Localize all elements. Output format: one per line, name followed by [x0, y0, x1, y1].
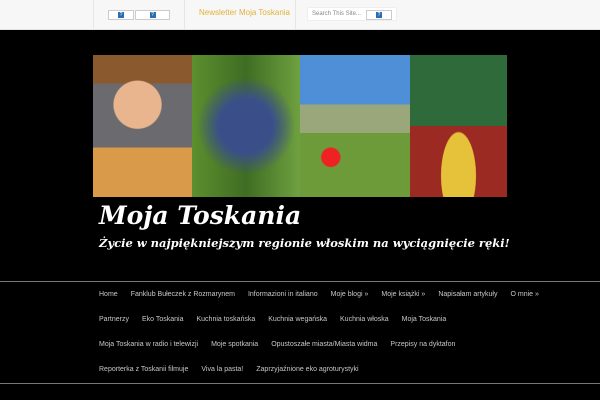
missing-image-icon: ?: [118, 12, 124, 18]
social-button-2[interactable]: ?: [135, 10, 170, 20]
social-button-1[interactable]: ?: [108, 10, 134, 20]
photo-grapes: [192, 55, 300, 197]
menu-item[interactable]: Moja Toskania: [402, 316, 447, 323]
divider: [295, 0, 296, 30]
newsletter-link[interactable]: Newsletter Moja Toskania: [199, 8, 290, 17]
menu-item[interactable]: O mnie »: [510, 291, 538, 298]
photo-poppy-landscape: [300, 55, 410, 197]
header-banner[interactable]: [93, 55, 507, 197]
menu-item[interactable]: Opustoszałe miasta/Miasta widma: [271, 341, 377, 348]
divider: [0, 281, 600, 282]
menu-item[interactable]: Informazioni in italiano: [248, 291, 318, 298]
menu-item[interactable]: Partnerzy: [99, 316, 129, 323]
menu-row: Partnerzy Eko Toskania Kuchnia toskańska…: [99, 316, 459, 323]
menu-item[interactable]: Moje książki »: [381, 291, 425, 298]
menu-item[interactable]: Fanklub Bułeczek z Rozmarynem: [131, 291, 235, 298]
search-button[interactable]: ?: [366, 10, 392, 20]
menu-item[interactable]: Eko Toskania: [142, 316, 184, 323]
divider: [0, 383, 600, 384]
missing-image-icon: ?: [149, 12, 156, 18]
menu-item[interactable]: Viva la pasta!: [201, 366, 243, 373]
menu-item-home[interactable]: Home: [99, 291, 118, 298]
menu-row: Reporterka z Toskanii filmuje Viva la pa…: [99, 366, 372, 373]
top-bar: ? ? Newsletter Moja Toskania Search This…: [0, 0, 600, 30]
menu-item[interactable]: Moja Toskania w radio i telewizji: [99, 341, 198, 348]
menu-item[interactable]: Napisałam artykuły: [438, 291, 497, 298]
menu-row: Home Fanklub Bułeczek z Rozmarynem Infor…: [99, 291, 552, 298]
site-title[interactable]: Moja Toskania: [99, 201, 301, 230]
photo-woman-bread: [93, 55, 192, 197]
divider: [93, 0, 94, 30]
search-icon: ?: [376, 12, 382, 18]
menu-item[interactable]: Kuchnia toskańska: [196, 316, 255, 323]
menu-item[interactable]: Kuchnia wegańska: [268, 316, 327, 323]
menu-item[interactable]: Moje spotkania: [211, 341, 258, 348]
menu-row: Moja Toskania w radio i telewizji Moje s…: [99, 341, 468, 348]
menu-item[interactable]: Zaprzyjaźnione eko agroturystyki: [256, 366, 358, 373]
menu-item[interactable]: Reporterka z Toskanii filmuje: [99, 366, 188, 373]
divider: [184, 0, 185, 30]
menu-item[interactable]: Przepisy na dyktafon: [390, 341, 455, 348]
menu-item[interactable]: Kuchnia włoska: [340, 316, 389, 323]
site-tagline: Życie w najpiękniejszym regionie włoskim…: [99, 236, 510, 250]
photo-pasta: [410, 55, 507, 197]
menu-item[interactable]: Moje blogi »: [331, 291, 369, 298]
